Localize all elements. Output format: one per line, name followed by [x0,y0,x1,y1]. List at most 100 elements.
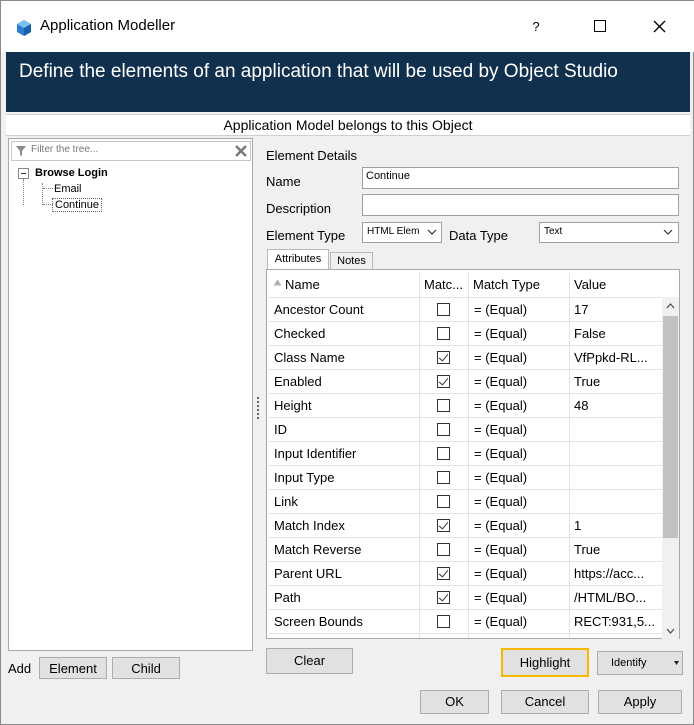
tab-attributes[interactable]: Attributes [267,249,329,270]
match-type[interactable]: = (Equal) [474,614,568,629]
filter-icon [16,146,26,156]
match-checkbox[interactable] [437,447,450,460]
app-cube-icon [17,20,31,36]
attribute-value: 17 [574,302,589,317]
match-type[interactable]: = (Equal) [474,542,568,557]
attribute-name: Input Identifier [274,446,357,461]
match-type[interactable]: = (Equal) [474,590,568,605]
column-header-match-type[interactable]: Match Type [473,277,569,292]
table-row[interactable]: Input Identifier = (Equal) [269,441,662,465]
table-row[interactable]: Enabled = (Equal) True [269,369,662,393]
window-title: Application Modeller [40,17,176,34]
match-checkbox[interactable] [437,327,450,340]
add-child-button[interactable]: Child [112,657,180,679]
match-type[interactable]: = (Equal) [474,470,568,485]
table-row[interactable]: ID = (Equal) [269,417,662,441]
cancel-button[interactable]: Cancel [501,690,589,714]
table-row[interactable]: Match Index = (Equal) 1 [269,513,662,537]
table-row[interactable]: Checked = (Equal) False [269,321,662,345]
splitter-grip[interactable] [257,397,259,419]
ok-button[interactable]: OK [420,690,489,714]
tree-node-browse-login[interactable]: Browse Login [35,167,108,179]
collapse-toggle-icon[interactable] [18,168,29,179]
match-checkbox[interactable] [437,471,450,484]
description-field[interactable] [362,194,679,216]
data-type-select[interactable]: Text [539,222,679,243]
tree-connector [42,183,43,205]
identify-button[interactable]: Identify [597,651,683,675]
table-row[interactable]: Path = (Equal) /HTML/BO... [269,585,662,609]
column-header-name[interactable]: Name [285,277,415,292]
attribute-name: Enabled [274,374,322,389]
identify-label: Identify [611,657,647,669]
match-type[interactable]: = (Equal) [474,494,568,509]
table-row[interactable]: Screen Bounds = (Equal) RECT:931,5... [269,609,662,633]
attribute-value: True [574,374,601,389]
tab-notes[interactable]: Notes [330,252,373,270]
match-type[interactable]: = (Equal) [474,446,568,461]
match-type[interactable]: = (Equal) [474,398,568,413]
match-checkbox[interactable] [437,567,450,580]
match-checkbox[interactable] [437,543,450,556]
column-header-match[interactable]: Matc... [424,277,468,292]
table-row[interactable]: Ancestor Count = (Equal) 17 [269,297,662,321]
match-checkbox[interactable] [437,351,450,364]
add-element-button[interactable]: Element [39,657,107,679]
maximize-button[interactable] [577,9,623,43]
match-checkbox[interactable] [437,303,450,316]
attribute-name: Screen Bounds [274,614,363,629]
help-button[interactable]: ? [513,9,559,43]
table-row[interactable]: Tag Name= (Equal)DIV [269,633,662,638]
attribute-value: /HTML/BO... [574,590,647,605]
match-checkbox[interactable] [437,399,450,412]
table-row[interactable]: Input Type = (Equal) [269,465,662,489]
match-type[interactable]: = (Equal) [474,350,568,365]
highlight-button[interactable]: Highlight [501,648,589,677]
match-type[interactable]: = (Equal) [474,374,568,389]
table-row[interactable]: Height = (Equal) 48 [269,393,662,417]
match-type[interactable]: = (Equal) [474,518,568,533]
chevron-down-icon [427,229,437,235]
column-header-value[interactable]: Value [574,277,660,292]
close-icon [653,20,665,32]
match-checkbox[interactable] [437,519,450,532]
table-row[interactable]: Parent URL = (Equal) https://acc... [269,561,662,585]
clear-button[interactable]: Clear [266,648,353,674]
match-type[interactable]: = (Equal) [474,302,568,317]
name-field[interactable]: Continue [362,167,679,189]
match-checkbox[interactable] [437,615,450,628]
match-type[interactable]: = (Equal) [474,566,568,581]
name-label: Name [266,174,301,189]
clear-filter-icon[interactable] [234,144,248,158]
attribute-value: True [574,542,601,557]
match-checkbox[interactable] [437,591,450,604]
scrollbar-thumb[interactable] [663,316,678,538]
match-checkbox[interactable] [437,423,450,436]
application-modeller-window: Application Modeller ? Define the elemen… [0,0,694,725]
match-checkbox[interactable] [437,495,450,508]
match-type[interactable]: = (Equal) [474,326,568,341]
scroll-up-icon[interactable] [666,303,675,309]
tree-node-email[interactable]: Email [54,183,82,195]
apply-button[interactable]: Apply [598,690,682,714]
table-row[interactable]: Class Name = (Equal) VfPpkd-RL... [269,345,662,369]
match-type[interactable]: = (Equal) [474,422,568,437]
close-button[interactable] [636,9,682,43]
grid-header: Name Matc... Match Type Value [269,273,662,297]
table-row[interactable]: Link = (Equal) [269,489,662,513]
element-tree-panel [8,138,253,651]
maximize-icon [594,20,606,32]
chevron-down-icon [663,229,673,235]
identify-dropdown-icon[interactable] [674,661,679,665]
match-checkbox[interactable] [437,375,450,388]
scroll-down-icon[interactable] [666,628,675,634]
attribute-name: Checked [274,326,326,341]
sort-ascending-icon [273,279,282,286]
tree-node-continue[interactable]: Continue [52,198,103,212]
filter-placeholder: Filter the tree... [31,144,99,155]
attribute-name: Match Reverse [274,542,362,557]
attribute-name: Input Type [274,470,335,485]
attribute-value: VfPpkd-RL... [574,350,648,365]
element-details-title: Element Details [266,148,358,163]
table-row[interactable]: Match Reverse = (Equal) True [269,537,662,561]
